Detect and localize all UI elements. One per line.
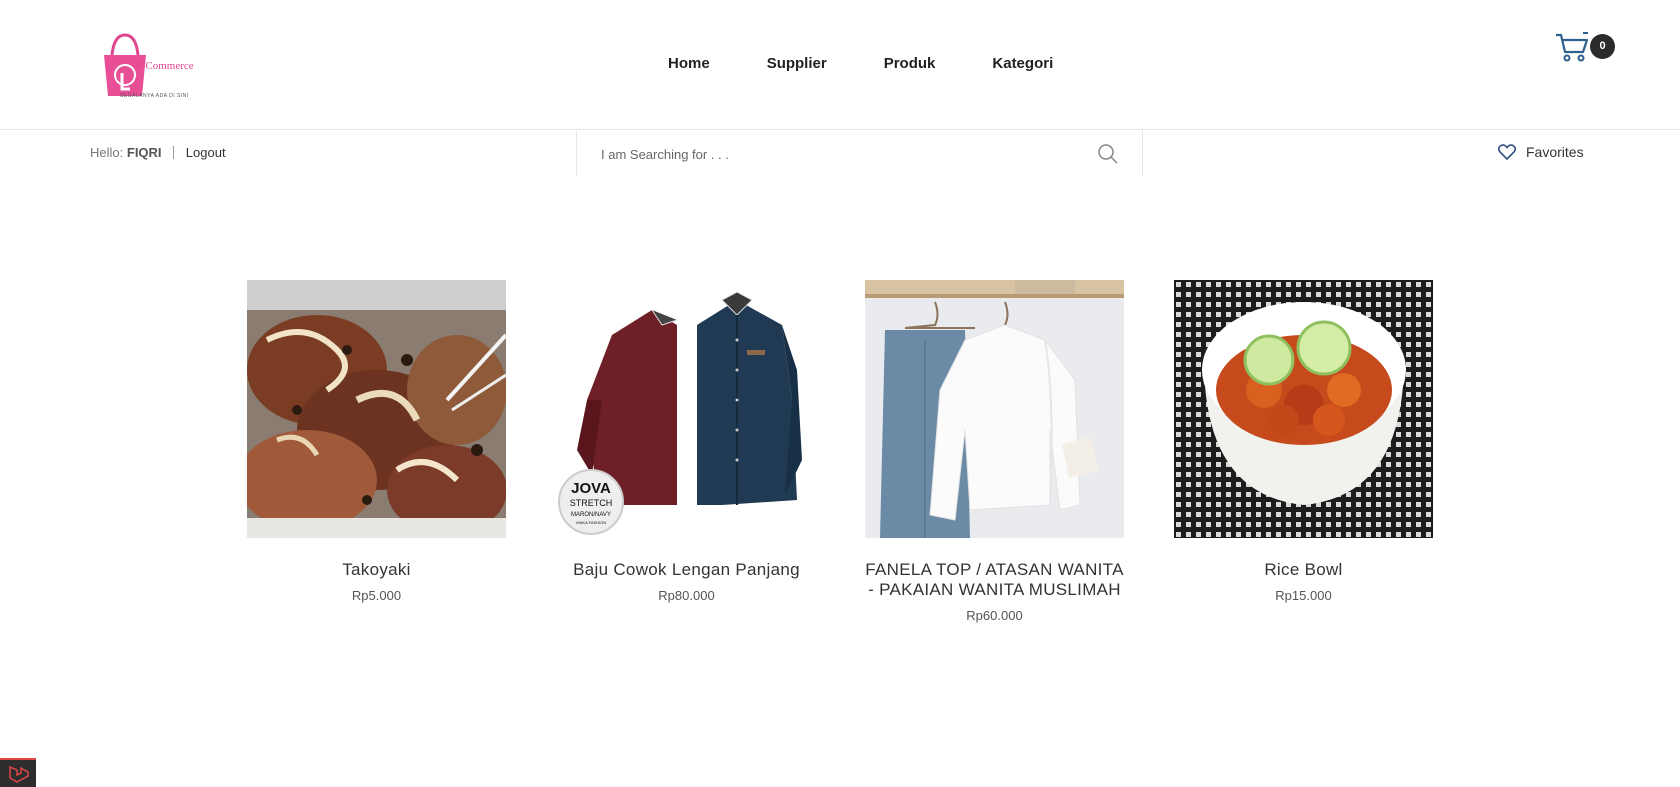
cart-count-badge: 0: [1590, 34, 1615, 59]
shirt-badge-line4: VINKA FASHION: [576, 520, 607, 525]
search-input[interactable]: [601, 143, 1081, 165]
heart-icon: [1497, 144, 1517, 161]
brand-name: E-Commerce: [135, 60, 194, 72]
search-bar: [576, 131, 1143, 176]
product-price: Rp60.000: [966, 608, 1023, 623]
brand-logo[interactable]: E-Commerce SEGALANYA ADA DI SINI: [100, 30, 220, 105]
divider: [173, 146, 175, 159]
product-name[interactable]: Baju Cowok Lengan Panjang: [557, 560, 816, 580]
nav-home[interactable]: Home: [668, 55, 710, 72]
product-grid: Takoyaki Rp5.000 JOVA STRETCH MARON/NAVY…: [247, 280, 1433, 630]
logout-link[interactable]: Logout: [186, 145, 226, 160]
shirt-badge-line3: MARON/NAVY: [571, 512, 611, 518]
nav-produk[interactable]: Produk: [884, 55, 936, 72]
user-greeting: Hello: FIQRI Logout: [90, 145, 226, 160]
product-price: Rp15.000: [1275, 588, 1332, 603]
product-name[interactable]: FANELA TOP / ATASAN WANITA - PAKAIAN WAN…: [865, 560, 1124, 600]
search-icon[interactable]: [1097, 143, 1119, 165]
product-card[interactable]: JOVA STRETCH MARON/NAVY VINKA FASHION Ba…: [557, 280, 816, 603]
cart-icon: [1556, 32, 1589, 62]
greeting-label: Hello:: [90, 145, 124, 160]
site-header: E-Commerce SEGALANYA ADA DI SINI Home Su…: [0, 0, 1680, 130]
sub-header-bar: Hello: FIQRI Logout Favorites: [0, 131, 1680, 176]
nav-kategori[interactable]: Kategori: [992, 55, 1053, 72]
main-nav: Home Supplier Produk Kategori: [668, 55, 1110, 72]
shirt-badge-brand: JOVA: [571, 480, 611, 497]
laravel-debug-icon[interactable]: [0, 758, 36, 787]
product-image-fanela-top[interactable]: [865, 280, 1124, 538]
product-price: Rp5.000: [351, 588, 402, 603]
user-name: FIQRI: [126, 145, 162, 160]
product-image-shirt[interactable]: JOVA STRETCH MARON/NAVY VINKA FASHION: [557, 280, 816, 538]
product-card[interactable]: Rice Bowl Rp15.000: [1174, 280, 1433, 603]
product-name[interactable]: Takoyaki: [247, 560, 506, 580]
product-card[interactable]: FANELA TOP / ATASAN WANITA - PAKAIAN WAN…: [865, 280, 1124, 623]
nav-supplier[interactable]: Supplier: [767, 55, 827, 72]
brand-tagline: SEGALANYA ADA DI SINI: [120, 93, 189, 99]
product-image-takoyaki[interactable]: [247, 280, 506, 538]
shirt-badge-line2: STRETCH: [570, 498, 613, 508]
cart-button[interactable]: 0: [1555, 32, 1615, 64]
product-name[interactable]: Rice Bowl: [1174, 560, 1433, 580]
product-price: Rp80.000: [658, 588, 715, 603]
product-card[interactable]: Takoyaki Rp5.000: [247, 280, 506, 603]
favorites-label: Favorites: [1526, 144, 1584, 160]
favorites-link[interactable]: Favorites: [1497, 144, 1584, 161]
product-image-rice-bowl[interactable]: [1174, 280, 1433, 538]
